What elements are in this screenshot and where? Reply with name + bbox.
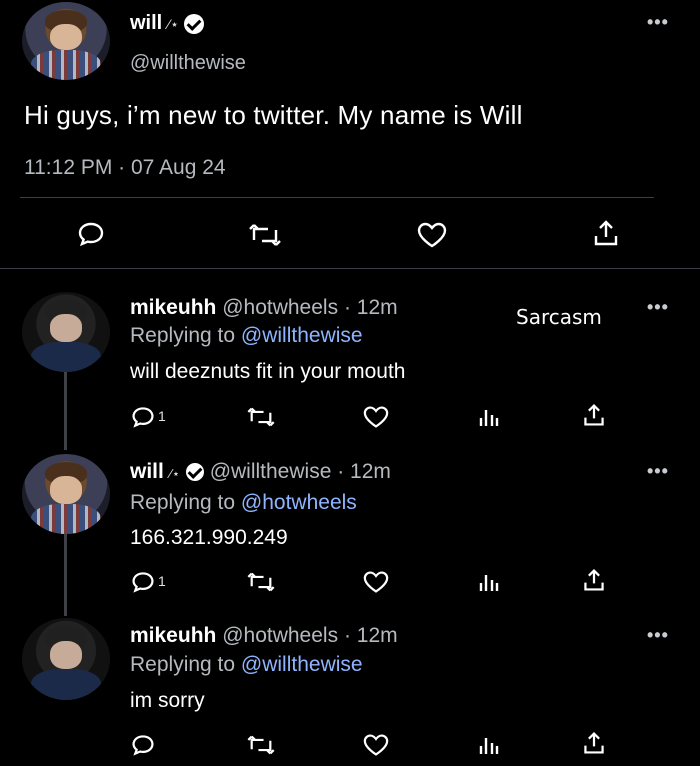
author-handle[interactable]: @hotwheels [222, 624, 338, 647]
share-icon[interactable] [582, 402, 606, 428]
reply-text: 166.321.990.249 [130, 526, 288, 549]
replying-to: Replying to @hotwheels [130, 491, 357, 515]
post-text: Hi guys, i’m new to twitter. My name is … [24, 100, 523, 130]
wand-emoji: ⁄⋆ [169, 466, 180, 481]
views-icon[interactable] [478, 404, 500, 428]
replying-to-handle[interactable]: @willthewise [241, 324, 363, 347]
more-options-icon[interactable]: ••• [647, 297, 669, 318]
reply-icon[interactable] [130, 405, 156, 429]
wand-emoji: ⁄⋆ [167, 16, 179, 32]
post-timestamp[interactable]: 11:12 PM · 07 Aug 24 [24, 156, 226, 180]
thread-line [64, 372, 67, 450]
replying-to-label: Replying to [130, 324, 236, 347]
replying-to-handle[interactable]: @willthewise [241, 653, 363, 676]
author-name-row: will ⁄⋆ [130, 12, 205, 35]
author-name[interactable]: mikeuhh [130, 296, 216, 319]
thread-line [64, 534, 67, 616]
avatar-will[interactable] [22, 2, 110, 80]
more-options-icon[interactable]: ••• [647, 461, 669, 482]
like-icon[interactable] [362, 733, 390, 757]
reply-text: will deeznuts fit in your mouth [130, 360, 406, 383]
like-icon[interactable] [416, 221, 448, 249]
verified-badge-icon [184, 13, 205, 34]
author-handle[interactable]: @hotwheels [222, 296, 338, 319]
author-name[interactable]: will [130, 12, 162, 34]
reply-text: im sorry [130, 689, 205, 712]
reply-count: 1 [158, 573, 166, 589]
retweet-icon[interactable] [246, 571, 276, 593]
reply-header: will ⁄⋆ @willthewise · 12m [130, 460, 391, 484]
reply-count: 1 [158, 408, 166, 424]
retweet-icon[interactable] [246, 406, 276, 428]
author-name[interactable]: will [130, 460, 164, 483]
author-handle[interactable]: @willthewise [130, 52, 246, 75]
avatar-mikeuhh[interactable] [22, 292, 110, 372]
sarcasm-label: Sarcasm [516, 305, 602, 329]
like-icon[interactable] [362, 570, 390, 594]
more-options-icon[interactable]: ••• [647, 12, 669, 33]
reply-header: mikeuhh @hotwheels · 12m [130, 296, 398, 320]
reply-icon[interactable] [76, 220, 106, 248]
like-icon[interactable] [362, 405, 390, 429]
retweet-icon[interactable] [248, 222, 282, 248]
reply-icon[interactable] [130, 733, 156, 757]
avatar-mikeuhh[interactable] [22, 618, 110, 700]
divider [20, 197, 654, 198]
author-name[interactable]: mikeuhh [130, 624, 216, 647]
reply-header: mikeuhh @hotwheels · 12m [130, 624, 398, 648]
views-icon[interactable] [478, 732, 500, 756]
verified-badge-icon [185, 463, 204, 482]
reply-time: · 12m [343, 296, 398, 319]
reply-time: · 12m [343, 624, 398, 647]
more-options-icon[interactable]: ••• [647, 625, 669, 646]
replying-to-label: Replying to [130, 491, 236, 514]
divider [0, 268, 700, 269]
share-icon[interactable] [582, 567, 606, 593]
avatar-will[interactable] [22, 454, 110, 534]
replying-to: Replying to @willthewise [130, 653, 363, 677]
reply-icon[interactable] [130, 570, 156, 594]
reply-time: · 12m [337, 460, 391, 483]
replying-to-label: Replying to [130, 653, 236, 676]
author-handle[interactable]: @willthewise [210, 460, 332, 483]
retweet-icon[interactable] [246, 734, 276, 756]
replying-to-handle[interactable]: @hotwheels [241, 491, 357, 514]
share-icon[interactable] [592, 218, 620, 248]
views-icon[interactable] [478, 569, 500, 593]
replying-to: Replying to @willthewise [130, 324, 363, 348]
share-icon[interactable] [582, 730, 606, 756]
